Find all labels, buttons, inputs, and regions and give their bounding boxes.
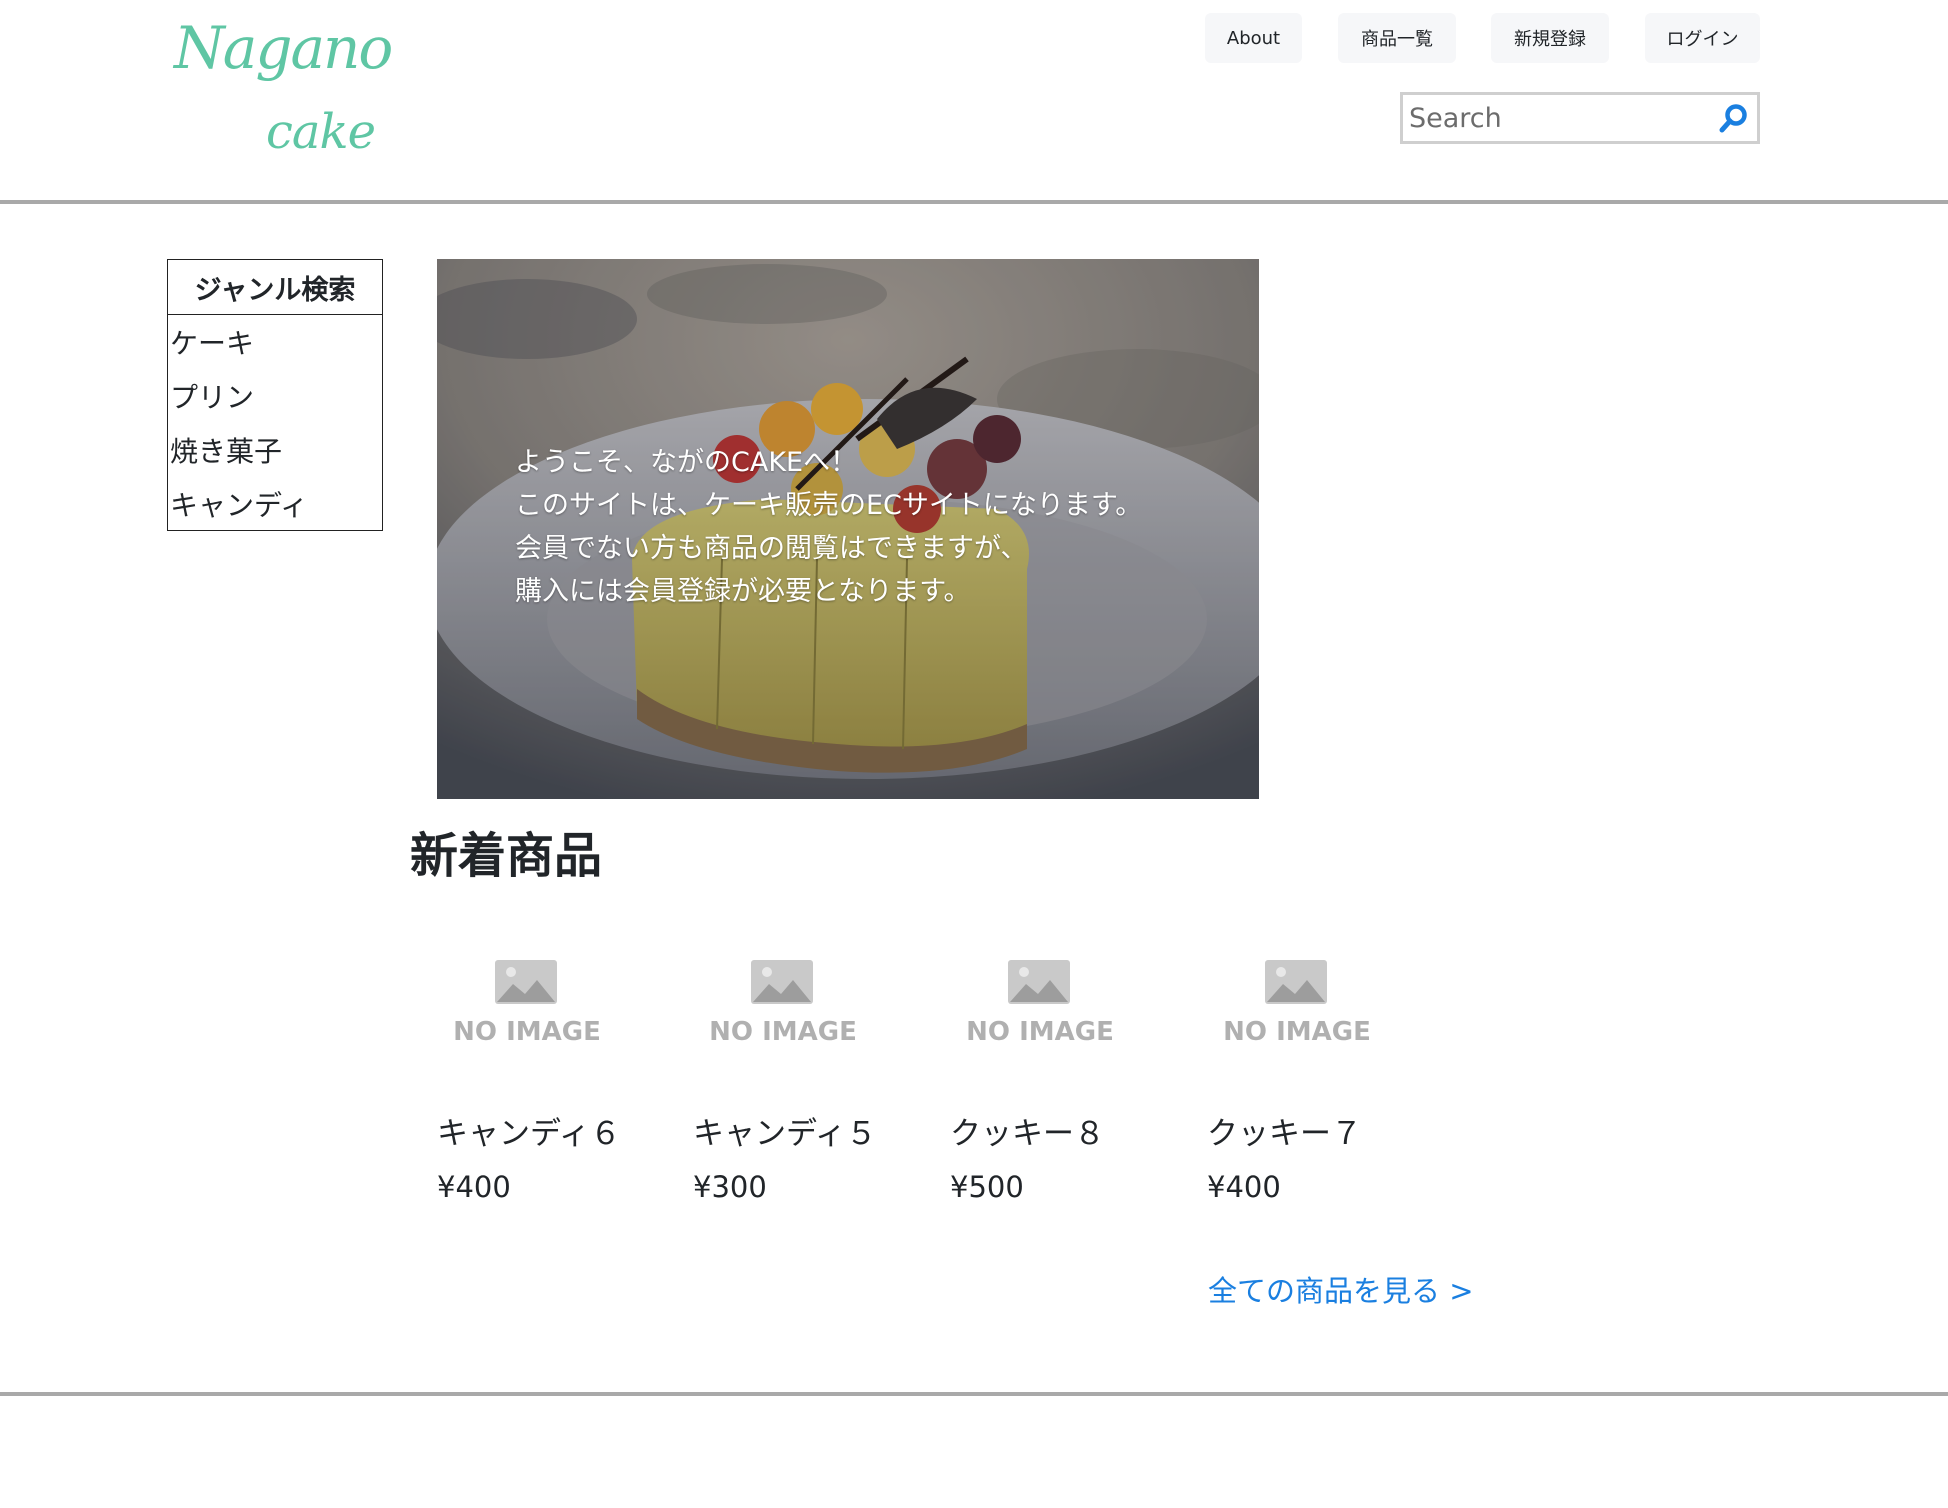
product-card[interactable]: NO IMAGE キャンディ６ ¥400 bbox=[437, 944, 677, 1224]
genre-item-cake[interactable]: ケーキ bbox=[168, 315, 382, 369]
nav-login-button[interactable]: ログイン bbox=[1645, 13, 1760, 63]
genre-search-title: ジャンル検索 bbox=[168, 260, 382, 315]
product-card[interactable]: NO IMAGE クッキー７ ¥400 bbox=[1207, 944, 1447, 1224]
product-card[interactable]: NO IMAGE クッキー８ ¥500 bbox=[950, 944, 1190, 1224]
product-price: ¥400 bbox=[1207, 1170, 1281, 1204]
hero-text-line: 購入には会員登録が必要となります。 bbox=[515, 576, 971, 607]
genre-item-candy[interactable]: キャンディ bbox=[168, 477, 382, 531]
product-name[interactable]: キャンディ６ bbox=[437, 1108, 621, 1153]
product-name[interactable]: キャンディ５ bbox=[693, 1108, 877, 1153]
product-name[interactable]: クッキー７ bbox=[1207, 1108, 1362, 1153]
genre-search-panel: ジャンル検索 ケーキ プリン 焼き菓子 キャンディ bbox=[167, 259, 383, 531]
no-image-label: NO IMAGE bbox=[1223, 1017, 1371, 1047]
footer-divider bbox=[0, 1392, 1948, 1396]
logo-text-line1: Nagano bbox=[174, 14, 393, 82]
search-bar bbox=[1400, 92, 1760, 144]
site-header: Nagano cake About 商品一覧 新規登録 ログイン bbox=[0, 0, 1948, 204]
product-card[interactable]: NO IMAGE キャンディ５ ¥300 bbox=[693, 944, 933, 1224]
product-name[interactable]: クッキー８ bbox=[950, 1108, 1105, 1153]
hero-text-line: ようこそ、ながのCAKEへ！ bbox=[515, 447, 858, 478]
logo-text-line2: cake bbox=[266, 104, 376, 160]
nav-products-button[interactable]: 商品一覧 bbox=[1338, 13, 1456, 63]
product-price: ¥300 bbox=[693, 1170, 767, 1204]
product-price: ¥500 bbox=[950, 1170, 1024, 1204]
site-logo[interactable]: Nagano cake bbox=[170, 14, 393, 164]
hero-text-line: このサイトは、ケーキ販売のECサイトになります。 bbox=[515, 490, 1143, 521]
hero-welcome-text: ようこそ、ながのCAKEへ！ このサイトは、ケーキ販売のECサイトになります。 … bbox=[515, 441, 1142, 613]
no-image-placeholder[interactable]: NO IMAGE bbox=[437, 944, 637, 1064]
no-image-label: NO IMAGE bbox=[709, 1017, 857, 1047]
hero-text-line: 会員でない方も商品の閲覧はできますが、 bbox=[515, 533, 1028, 564]
product-price: ¥400 bbox=[437, 1170, 511, 1204]
no-image-placeholder[interactable]: NO IMAGE bbox=[1207, 944, 1407, 1064]
search-icon[interactable] bbox=[1717, 103, 1749, 135]
see-all-products-link[interactable]: 全ての商品を見る > bbox=[1208, 1268, 1474, 1310]
no-image-label: NO IMAGE bbox=[453, 1017, 601, 1047]
nav-signup-button[interactable]: 新規登録 bbox=[1491, 13, 1609, 63]
search-input[interactable] bbox=[1405, 97, 1705, 139]
genre-item-pudding[interactable]: プリン bbox=[168, 369, 382, 423]
no-image-placeholder[interactable]: NO IMAGE bbox=[693, 944, 893, 1064]
no-image-label: NO IMAGE bbox=[966, 1017, 1114, 1047]
nav-about-button[interactable]: About bbox=[1205, 13, 1302, 63]
no-image-placeholder[interactable]: NO IMAGE bbox=[950, 944, 1150, 1064]
new-items-heading: 新着商品 bbox=[410, 828, 603, 884]
hero-banner: ようこそ、ながのCAKEへ！ このサイトは、ケーキ販売のECサイトになります。 … bbox=[437, 259, 1259, 799]
genre-item-baked-goods[interactable]: 焼き菓子 bbox=[168, 423, 382, 477]
